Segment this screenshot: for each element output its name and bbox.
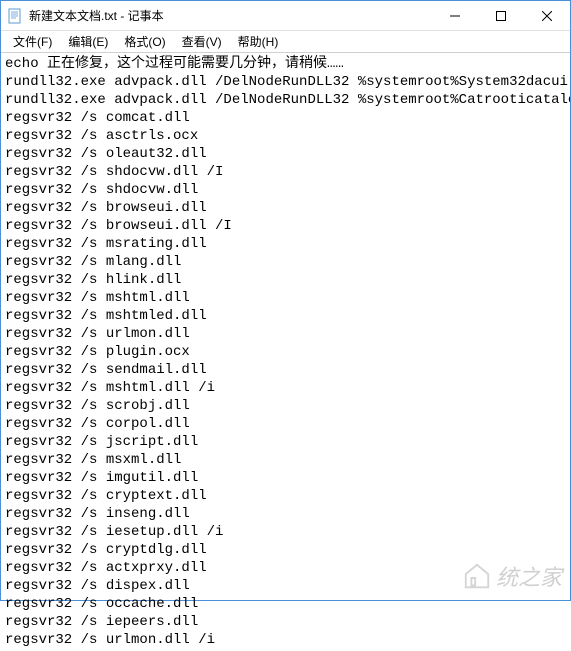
menu-edit[interactable]: 编辑(E) <box>60 31 116 52</box>
text-line: regsvr32 /s cryptdlg.dll <box>5 541 566 559</box>
text-line: regsvr32 /s mlang.dll <box>5 253 566 271</box>
text-line: regsvr32 /s shdocvw.dll /I <box>5 163 566 181</box>
menu-format[interactable]: 格式(O) <box>116 31 173 52</box>
text-line: regsvr32 /s browseui.dll <box>5 199 566 217</box>
text-line: regsvr32 /s comcat.dll <box>5 109 566 127</box>
text-line: echo 正在修复，这个过程可能需要几分钟，请稍候…… <box>5 55 566 73</box>
text-line: regsvr32 /s urlmon.dll <box>5 325 566 343</box>
text-line: regsvr32 /s msrating.dll <box>5 235 566 253</box>
text-line: rundll32.exe advpack.dll /DelNodeRunDLL3… <box>5 91 566 109</box>
menubar: 文件(F) 编辑(E) 格式(O) 查看(V) 帮助(H) <box>1 31 570 53</box>
text-line: regsvr32 /s cryptext.dll <box>5 487 566 505</box>
text-line: regsvr32 /s occache.dll <box>5 595 566 613</box>
text-line: regsvr32 /s hlink.dll <box>5 271 566 289</box>
maximize-button[interactable] <box>478 1 524 30</box>
minimize-button[interactable] <box>432 1 478 30</box>
notepad-icon <box>7 8 23 24</box>
text-line: regsvr32 /s asctrls.ocx <box>5 127 566 145</box>
text-line: regsvr32 /s iesetup.dll /i <box>5 523 566 541</box>
text-line: regsvr32 /s scrobj.dll <box>5 397 566 415</box>
text-line: regsvr32 /s shdocvw.dll <box>5 181 566 199</box>
text-line: regsvr32 /s msxml.dll <box>5 451 566 469</box>
text-line: regsvr32 /s actxprxy.dll <box>5 559 566 577</box>
text-line: regsvr32 /s oleaut32.dll <box>5 145 566 163</box>
text-line: regsvr32 /s mshtml.dll <box>5 289 566 307</box>
text-line: rundll32.exe advpack.dll /DelNodeRunDLL3… <box>5 73 566 91</box>
close-button[interactable] <box>524 1 570 30</box>
menu-file[interactable]: 文件(F) <box>5 31 60 52</box>
text-line: regsvr32 /s browseui.dll /I <box>5 217 566 235</box>
text-line: regsvr32 /s imgutil.dll <box>5 469 566 487</box>
text-content[interactable]: echo 正在修复，这个过程可能需要几分钟，请稍候……rundll32.exe … <box>1 53 570 651</box>
menu-view[interactable]: 查看(V) <box>174 31 230 52</box>
titlebar: 新建文本文档.txt - 记事本 <box>1 1 570 31</box>
text-line: regsvr32 /s dispex.dll <box>5 577 566 595</box>
text-line: regsvr32 /s inseng.dll <box>5 505 566 523</box>
text-line: regsvr32 /s mshtml.dll /i <box>5 379 566 397</box>
window-controls <box>432 1 570 30</box>
text-line: regsvr32 /s plugin.ocx <box>5 343 566 361</box>
text-line: regsvr32 /s jscript.dll <box>5 433 566 451</box>
text-line: regsvr32 /s iepeers.dll <box>5 613 566 631</box>
window-title: 新建文本文档.txt - 记事本 <box>29 7 432 24</box>
text-line: regsvr32 /s urlmon.dll /i <box>5 631 566 649</box>
text-line: regsvr32 /s corpol.dll <box>5 415 566 433</box>
text-line: regsvr32 /s mshtmled.dll <box>5 307 566 325</box>
text-line: regsvr32 /s sendmail.dll <box>5 361 566 379</box>
menu-help[interactable]: 帮助(H) <box>230 31 287 52</box>
